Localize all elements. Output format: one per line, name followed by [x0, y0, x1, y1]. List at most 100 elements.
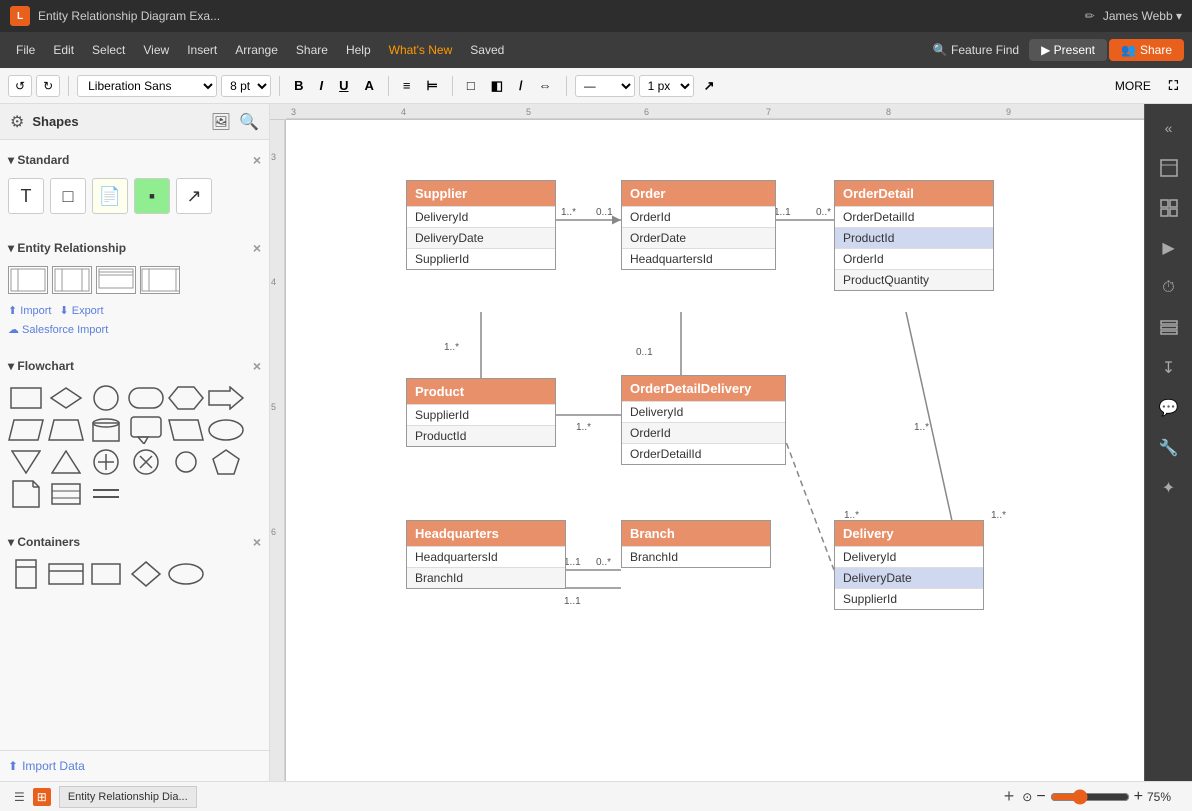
er-shape-3[interactable]	[96, 266, 136, 294]
salesforce-import-button[interactable]: ☁ Salesforce Import	[8, 321, 261, 338]
containers-header[interactable]: ▾ Containers ×	[8, 530, 261, 554]
redo-button[interactable]: ↻	[36, 75, 60, 97]
field-productquantity[interactable]: ProductQuantity	[835, 269, 993, 290]
tab-entity-relationship[interactable]: Entity Relationship Dia...	[59, 786, 197, 808]
line-width-select[interactable]: 1 px	[639, 75, 694, 97]
entity-product[interactable]: Product SupplierId ProductId	[406, 378, 556, 447]
field-deliverydate-d[interactable]: DeliveryDate	[835, 567, 983, 588]
field-productid-p[interactable]: ProductId	[407, 425, 555, 446]
search-icon[interactable]: 🔍	[239, 112, 259, 132]
menu-view[interactable]: View	[135, 39, 177, 61]
entity-orderdetail[interactable]: OrderDetail OrderDetailId ProductId Orde…	[834, 180, 994, 291]
import-button[interactable]: ⬆ Import	[8, 304, 51, 317]
field-supplierid-d[interactable]: SupplierId	[835, 588, 983, 609]
field-deliveryid-d[interactable]: DeliveryId	[835, 546, 983, 567]
line-color-button[interactable]: /	[513, 75, 529, 96]
menu-share[interactable]: Share	[288, 39, 336, 61]
field-branchid[interactable]: BranchId	[622, 546, 770, 567]
field-supplierid[interactable]: SupplierId	[407, 248, 555, 269]
undo-button[interactable]: ↺	[8, 75, 32, 97]
gear-icon[interactable]: ⚙	[10, 112, 24, 132]
canvas-container[interactable]: 3 4 5 6 7 8 9 3 4 5 6 1..*	[270, 104, 1144, 781]
fc-hex[interactable]	[168, 384, 204, 412]
edit-icon[interactable]: ✏	[1085, 9, 1095, 23]
font-size-select[interactable]: 8 pt	[221, 75, 271, 97]
zoom-out-button[interactable]: −	[1036, 788, 1045, 806]
menu-select[interactable]: Select	[84, 39, 133, 61]
share-button[interactable]: 👥 Share	[1109, 39, 1184, 61]
er-shape-4[interactable]	[140, 266, 180, 294]
expand-button[interactable]: ⛶	[1163, 75, 1184, 97]
settings-icon[interactable]: 🔧	[1153, 432, 1185, 464]
field-orderdate[interactable]: OrderDate	[622, 227, 775, 248]
menu-arrange[interactable]: Arrange	[227, 39, 286, 61]
menu-insert[interactable]: Insert	[179, 39, 225, 61]
shape-fill-button[interactable]: □	[461, 75, 481, 96]
font-family-select[interactable]: Liberation Sans	[77, 75, 217, 97]
shape-green[interactable]: ▪	[134, 178, 170, 214]
shape-fill2-button[interactable]: ◧	[485, 75, 509, 97]
menu-file[interactable]: File	[8, 39, 43, 61]
field-deliveryid-odd[interactable]: DeliveryId	[622, 401, 785, 422]
er-header[interactable]: ▾ Entity Relationship ×	[8, 236, 261, 260]
image-icon[interactable]: 🖼	[211, 112, 231, 132]
zoom-slider[interactable]	[1050, 789, 1130, 805]
field-branchid-hq[interactable]: BranchId	[407, 567, 565, 588]
zoom-in-button[interactable]: +	[1134, 788, 1143, 806]
menu-whats-new[interactable]: What's New	[381, 39, 461, 61]
menu-edit[interactable]: Edit	[45, 39, 82, 61]
er-shape-2[interactable]	[52, 266, 92, 294]
fc-trapezoid[interactable]	[48, 416, 84, 444]
shape-rect[interactable]: □	[50, 178, 86, 214]
entity-delivery[interactable]: Delivery DeliveryId DeliveryDate Supplie…	[834, 520, 984, 610]
shape-note[interactable]: 📄	[92, 178, 128, 214]
fc-triangle-down[interactable]	[8, 448, 44, 476]
fc-equals[interactable]	[88, 480, 124, 508]
fc-triangle-up[interactable]	[48, 448, 84, 476]
fc-pentagon[interactable]	[208, 448, 244, 476]
cs-diamond[interactable]	[128, 560, 164, 588]
fc-arrow-right[interactable]	[208, 384, 244, 412]
entity-order[interactable]: Order OrderId OrderDate HeadquartersId	[621, 180, 776, 270]
play-icon[interactable]: ▶	[1153, 232, 1185, 264]
align-left-button[interactable]: ≡	[397, 75, 417, 96]
more-button[interactable]: MORE	[1107, 76, 1159, 96]
feature-find[interactable]: 🔍 Feature Find	[925, 39, 1027, 61]
comment-icon[interactable]: 💬	[1153, 392, 1185, 424]
fc-rounded[interactable]	[128, 384, 164, 412]
cs-wide[interactable]	[48, 560, 84, 588]
export-button[interactable]: ⬇ Export	[59, 304, 103, 317]
entity-branch[interactable]: Branch BranchId	[621, 520, 771, 568]
bold-button[interactable]: B	[288, 75, 309, 96]
field-orderid-od[interactable]: OrderId	[835, 248, 993, 269]
fc-rect[interactable]	[8, 384, 44, 412]
grid-icon[interactable]	[1153, 192, 1185, 224]
fc-callout[interactable]	[128, 416, 164, 444]
containers-close[interactable]: ×	[253, 534, 261, 550]
field-hqid[interactable]: HeadquartersId	[407, 546, 565, 567]
connection-button[interactable]: ⇔	[533, 75, 558, 96]
field-supplierid-p[interactable]: SupplierId	[407, 404, 555, 425]
cs-rect[interactable]	[88, 560, 124, 588]
entity-headquarters[interactable]: Headquarters HeadquartersId BranchId	[406, 520, 566, 589]
line-style-select[interactable]: —	[575, 75, 635, 97]
fit-icon[interactable]: ⊙	[1022, 790, 1032, 804]
field-orderid[interactable]: OrderId	[622, 206, 775, 227]
field-orderid-odd[interactable]: OrderId	[622, 422, 785, 443]
waypoint-button[interactable]: ↗	[698, 75, 721, 97]
shape-text[interactable]: T	[8, 178, 44, 214]
diagram-canvas[interactable]: 1..* 0..1 1..1 0..* 1..* 0..* 1..* 0..1 …	[286, 120, 1144, 781]
fc-note[interactable]	[8, 480, 44, 508]
fc-circle[interactable]	[88, 384, 124, 412]
standard-header[interactable]: ▾ Standard ×	[8, 148, 261, 172]
menu-help[interactable]: Help	[338, 39, 379, 61]
add-tab-button[interactable]: +	[1004, 786, 1015, 807]
fc-diamond[interactable]	[48, 384, 84, 412]
layers-icon[interactable]	[1153, 312, 1185, 344]
present-button[interactable]: ▶ Present	[1029, 39, 1107, 61]
er-close[interactable]: ×	[253, 240, 261, 256]
entity-supplier[interactable]: Supplier DeliveryId DeliveryDate Supplie…	[406, 180, 556, 270]
fc-cross[interactable]	[128, 448, 164, 476]
fc-cylinder[interactable]	[88, 416, 124, 444]
clock-icon[interactable]: ⏱	[1153, 272, 1185, 304]
